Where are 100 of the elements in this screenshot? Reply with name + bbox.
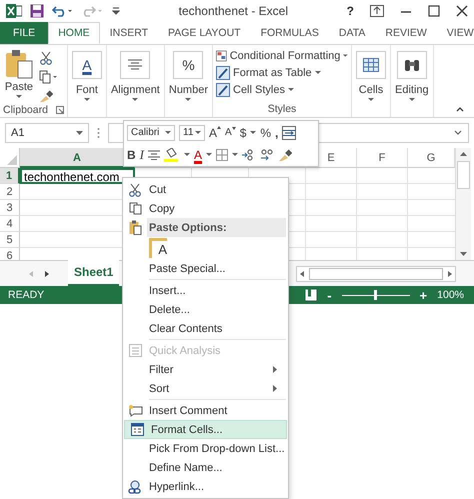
menu-item[interactable]: Filter	[123, 360, 288, 379]
caret-icon[interactable]	[184, 152, 190, 156]
clipboard-icon	[128, 220, 142, 235]
ribbon-group-button[interactable]: Editing	[394, 49, 430, 104]
scissors-icon	[128, 182, 142, 196]
expand-icon[interactable]	[454, 130, 462, 136]
bold-button[interactable]: B	[127, 148, 136, 162]
menu-item[interactable]: Sort	[123, 379, 288, 398]
ribbon-tab[interactable]: DATA	[328, 22, 376, 44]
sheet-tab[interactable]: Sheet1	[68, 260, 120, 286]
ribbon-group-button[interactable]: Cells	[355, 49, 387, 104]
row-header[interactable]: 3	[0, 200, 20, 216]
ribbon-group-button[interactable]: A Font	[70, 49, 103, 104]
scissors-icon[interactable]	[39, 51, 53, 65]
caret-icon[interactable]	[250, 130, 256, 134]
table-style-icon	[216, 66, 230, 80]
caret-icon	[368, 98, 374, 102]
scroll-thumb[interactable]	[309, 268, 443, 280]
row-header[interactable]: 4	[0, 216, 20, 232]
column-header[interactable]: F	[357, 148, 408, 168]
caret-icon[interactable]	[232, 152, 238, 156]
zoom-level[interactable]: 100%	[437, 289, 464, 301]
ribbon-tab[interactable]: VIEW	[436, 22, 474, 44]
ribbon-tab[interactable]: HOME	[48, 22, 100, 44]
fill-color-icon[interactable]	[164, 148, 180, 162]
menu-item[interactable]: Define Name...	[123, 458, 288, 477]
collapse-ribbon-icon[interactable]	[456, 106, 464, 112]
copy-icon[interactable]	[39, 70, 59, 84]
menu-item[interactable]: Hyperlink...	[123, 477, 288, 496]
menu-item[interactable]: Format Cells...	[124, 420, 287, 439]
grow-font-button[interactable]: A	[209, 126, 222, 140]
vertical-scrollbar[interactable]	[455, 148, 471, 260]
ribbon-group-button[interactable]: Alignment	[110, 49, 161, 104]
paste-option-button[interactable]: A	[149, 238, 167, 258]
paste-button[interactable]: Paste	[3, 47, 35, 103]
decrease-decimal-icon[interactable]	[260, 148, 274, 160]
italic-button[interactable]: I	[140, 146, 144, 162]
comma-button[interactable]: ,	[275, 126, 278, 140]
dialog-launcher-icon[interactable]	[56, 106, 64, 114]
scroll-thumb[interactable]	[457, 161, 470, 189]
ribbon-group-button[interactable]: % Number	[168, 49, 209, 104]
menu-item[interactable]: Clear Contents	[123, 319, 288, 338]
caret-icon[interactable]	[165, 130, 171, 134]
font-name-field[interactable]: Calibri	[127, 124, 175, 140]
merge-cells-icon[interactable]	[282, 126, 296, 140]
ribbon-tab[interactable]: INSERT	[100, 22, 158, 44]
menu-item[interactable]: Delete...	[123, 300, 288, 319]
help-button[interactable]: ?	[346, 4, 354, 18]
zoom-slider[interactable]	[342, 290, 410, 300]
zoom-out-button[interactable]: -	[327, 288, 332, 302]
close-icon[interactable]	[456, 5, 468, 17]
status-text: READY	[8, 289, 44, 301]
save-icon[interactable]	[30, 4, 44, 18]
caret-icon	[16, 95, 22, 99]
font-letter-icon: A	[82, 57, 92, 73]
caret-icon[interactable]	[206, 152, 212, 156]
ribbon-tab[interactable]: REVIEW	[375, 22, 437, 44]
customize-caret-icon[interactable]	[112, 6, 120, 16]
maximize-icon[interactable]	[428, 5, 440, 17]
row-header[interactable]: 5	[0, 232, 20, 248]
file-tab[interactable]: FILE	[0, 22, 48, 44]
styles-command[interactable]: Format as Table	[216, 66, 348, 80]
font-size-field[interactable]: 11	[179, 124, 205, 140]
clipboard-icon	[4, 49, 34, 79]
borders-icon[interactable]	[216, 148, 228, 160]
horizontal-scrollbar[interactable]	[296, 266, 456, 282]
binoculars-icon	[404, 58, 420, 72]
format-painter-icon[interactable]	[39, 89, 53, 103]
name-box[interactable]: A1	[5, 123, 89, 143]
menu-item[interactable]: Insert...	[123, 281, 288, 300]
percent-button[interactable]: %	[260, 126, 272, 140]
format-cells-icon	[130, 423, 144, 436]
styles-command[interactable]: Cell Styles	[216, 83, 348, 97]
zoom-in-button[interactable]: +	[420, 288, 428, 302]
caret-icon[interactable]	[195, 130, 201, 134]
ribbon-display-icon[interactable]	[370, 5, 384, 17]
menu-section-header: Paste Options:	[147, 218, 286, 237]
shrink-font-button[interactable]: A	[225, 127, 236, 138]
row-header[interactable]: 1	[0, 168, 20, 184]
format-painter-icon[interactable]	[278, 148, 292, 162]
caret-icon[interactable]	[76, 131, 83, 135]
align-center-icon[interactable]	[148, 150, 160, 160]
undo-icon[interactable]	[52, 5, 74, 17]
table-cell[interactable]: techonthenet.com	[20, 168, 135, 184]
page-layout-icon[interactable]	[305, 289, 318, 301]
ribbon-tab[interactable]: FORMULAS	[250, 22, 329, 44]
currency-button[interactable]: $	[240, 126, 246, 140]
styles-command[interactable]: Conditional Formatting	[216, 49, 348, 63]
font-color-button[interactable]: A	[194, 148, 202, 162]
up-arrow-icon	[217, 126, 222, 128]
conditional-formatting-icon	[216, 49, 227, 63]
menu-item[interactable]: Insert Comment	[123, 401, 288, 420]
row-header[interactable]: 2	[0, 184, 20, 200]
menu-item[interactable]: Paste Special...	[123, 259, 288, 278]
caret-icon	[84, 98, 90, 102]
menu-item[interactable]: Copy	[123, 199, 288, 218]
menu-item[interactable]: Pick From Drop-down List...	[123, 439, 288, 458]
caret-icon	[408, 98, 415, 102]
ribbon-tab[interactable]: PAGE LAYOUT	[158, 22, 251, 44]
grip-icon	[97, 127, 100, 139]
